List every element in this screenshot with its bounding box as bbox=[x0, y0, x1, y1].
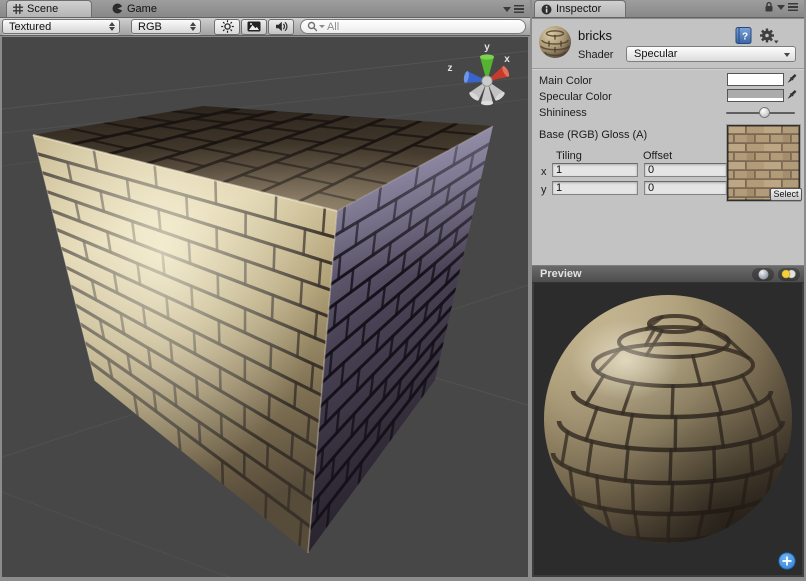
section-divider bbox=[532, 68, 804, 69]
search-input[interactable] bbox=[327, 21, 517, 33]
specular-color-swatch[interactable] bbox=[727, 89, 784, 102]
speaker-icon bbox=[275, 21, 288, 32]
preview-lighting-button[interactable] bbox=[778, 268, 800, 281]
draw-mode-value: Textured bbox=[9, 21, 51, 33]
tiling-x-field[interactable] bbox=[552, 163, 638, 177]
preview-sphere bbox=[534, 283, 802, 575]
inspector-panel-menu bbox=[764, 1, 804, 17]
eyedropper-icon[interactable] bbox=[785, 73, 797, 86]
panel-menu-icon[interactable] bbox=[788, 3, 798, 11]
tab-game[interactable]: Game bbox=[106, 0, 169, 17]
specular-color-label: Specular Color bbox=[539, 91, 612, 103]
tab-inspector-label: Inspector bbox=[556, 3, 601, 15]
inspector-body: bricks Shader Specular ? bbox=[532, 19, 804, 265]
search-icon bbox=[307, 21, 317, 32]
axis-z-label: z bbox=[448, 63, 453, 74]
color-mode-value: RGB bbox=[138, 21, 162, 33]
help-icon[interactable]: ? bbox=[735, 27, 752, 44]
offset-x-field[interactable] bbox=[644, 163, 727, 177]
axis-gizmo[interactable]: y x z bbox=[448, 42, 511, 105]
gear-icon[interactable] bbox=[759, 27, 779, 45]
axis-y-label: y bbox=[484, 42, 490, 53]
skybox-toggle-button[interactable] bbox=[241, 19, 267, 35]
scene-panel: Scene Game Textured RGB bbox=[0, 0, 530, 581]
scene-panel-menu bbox=[503, 5, 530, 17]
scene-toolbar: Textured RGB bbox=[0, 18, 530, 36]
tiling-y-field[interactable] bbox=[552, 181, 638, 195]
sphere-icon bbox=[758, 269, 769, 280]
game-icon bbox=[112, 3, 123, 14]
panel-dropdown-icon[interactable] bbox=[503, 7, 511, 12]
panel-dropdown-icon[interactable] bbox=[777, 5, 785, 10]
scene-tabstrip: Scene Game bbox=[0, 0, 530, 18]
tab-scene[interactable]: Scene bbox=[6, 0, 92, 17]
grid-icon bbox=[13, 4, 23, 14]
tab-scene-label: Scene bbox=[27, 3, 58, 15]
svg-text:?: ? bbox=[742, 32, 748, 43]
updown-arrows-icon bbox=[190, 22, 196, 31]
scene-search[interactable] bbox=[300, 19, 526, 34]
shader-value: Specular bbox=[634, 48, 677, 60]
image-icon bbox=[247, 21, 261, 32]
main-color-label: Main Color bbox=[539, 75, 592, 87]
color-mode-dropdown[interactable]: RGB bbox=[131, 19, 201, 34]
inspector-panel: Inspector bbox=[532, 0, 804, 577]
panel-menu-icon[interactable] bbox=[514, 5, 524, 13]
preview-mesh-button[interactable] bbox=[752, 268, 774, 281]
lighting-toggle-button[interactable] bbox=[214, 19, 240, 35]
axis-x-label: x bbox=[504, 54, 510, 65]
axis-center-cube[interactable] bbox=[482, 76, 492, 86]
audio-toggle-button[interactable] bbox=[268, 19, 294, 35]
shader-dropdown[interactable]: Specular bbox=[626, 46, 796, 62]
scene-viewport[interactable]: y x z bbox=[2, 37, 528, 577]
preview-header[interactable]: Preview bbox=[532, 265, 804, 283]
info-icon bbox=[541, 4, 552, 15]
shininess-label: Shininess bbox=[539, 107, 587, 119]
scene-toggles bbox=[214, 19, 295, 35]
shininess-slider[interactable] bbox=[726, 112, 795, 114]
search-filter-arrow-icon[interactable] bbox=[319, 25, 325, 28]
x-row-label: x bbox=[541, 166, 547, 178]
dropdown-arrow-icon bbox=[784, 53, 790, 57]
shader-label: Shader bbox=[578, 49, 613, 61]
eyedropper-icon[interactable] bbox=[785, 89, 797, 102]
updown-arrows-icon bbox=[109, 22, 115, 31]
material-thumbnail[interactable] bbox=[538, 25, 572, 59]
lock-icon[interactable] bbox=[764, 1, 774, 12]
draw-mode-dropdown[interactable]: Textured bbox=[2, 19, 120, 34]
unity-editor-window: Scene Game Textured RGB bbox=[0, 0, 806, 581]
preview-body[interactable] bbox=[532, 283, 804, 577]
select-texture-label: Select bbox=[773, 190, 798, 199]
preview-title: Preview bbox=[532, 268, 582, 280]
tab-inspector[interactable]: Inspector bbox=[534, 0, 626, 17]
offset-y-field[interactable] bbox=[644, 181, 727, 195]
tiling-header: Tiling bbox=[556, 150, 582, 162]
lights-icon bbox=[781, 269, 797, 279]
offset-header: Offset bbox=[643, 150, 672, 162]
inspector-tabstrip: Inspector bbox=[532, 0, 804, 18]
material-name: bricks bbox=[578, 28, 612, 43]
select-texture-button[interactable]: Select bbox=[770, 188, 802, 201]
brick-cube bbox=[33, 106, 493, 553]
base-map-label: Base (RGB) Gloss (A) bbox=[539, 129, 647, 141]
scene-render: y x z bbox=[2, 37, 528, 577]
tab-game-label: Game bbox=[127, 3, 157, 15]
main-color-swatch[interactable] bbox=[727, 73, 784, 86]
y-row-label: y bbox=[541, 184, 547, 196]
add-button[interactable] bbox=[778, 552, 796, 570]
sun-icon bbox=[221, 20, 234, 33]
shininess-slider-thumb[interactable] bbox=[759, 107, 770, 118]
